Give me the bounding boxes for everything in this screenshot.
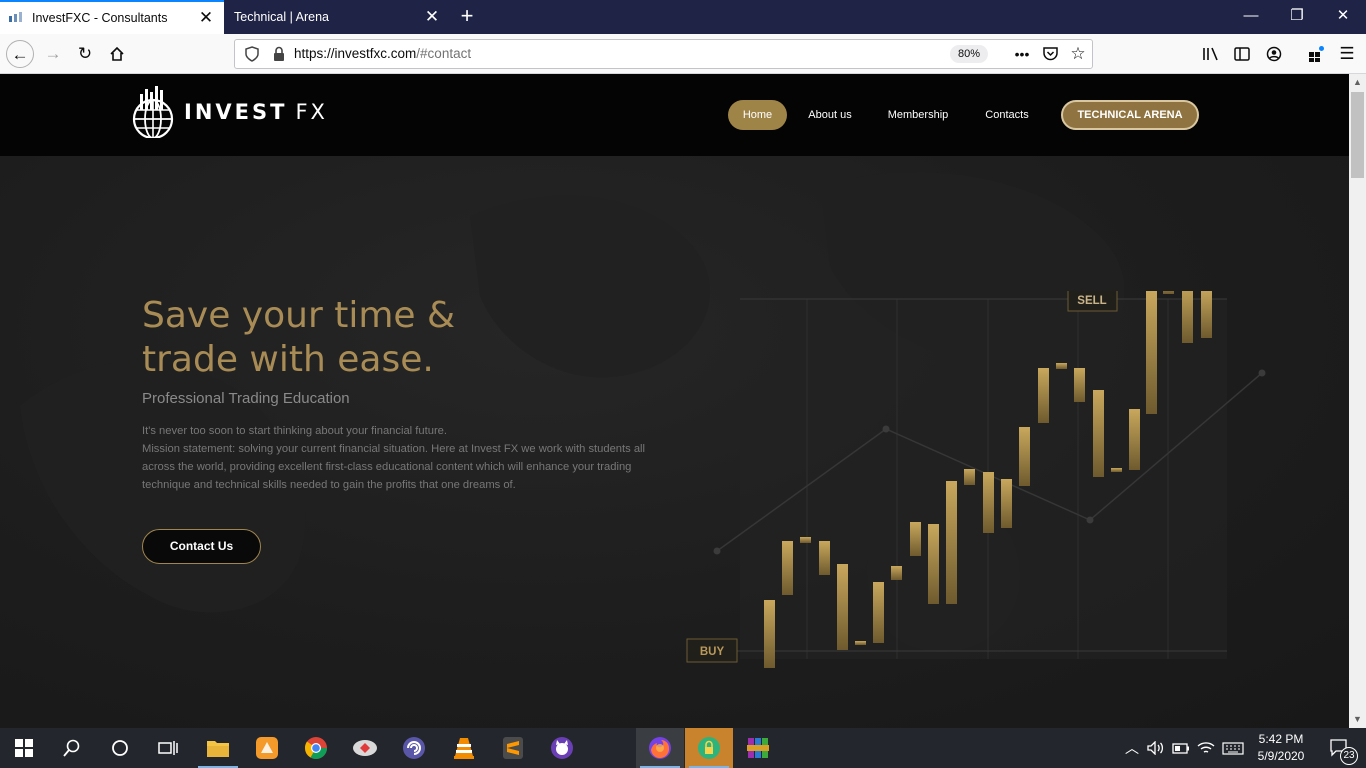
candlestick-chart-illustration: BUY SELL <box>686 291 1266 668</box>
page-scrollbar[interactable]: ▲ ▼ <box>1349 74 1366 728</box>
close-tab-icon[interactable]: ✕ <box>420 7 444 27</box>
tab-title: Technical | Arena <box>234 10 329 24</box>
purple-cat-app-icon[interactable] <box>538 728 586 768</box>
chrome-icon[interactable] <box>292 728 340 768</box>
green-lock-app-icon[interactable] <box>685 728 733 768</box>
account-icon[interactable] <box>1260 40 1288 68</box>
extensions-icon[interactable] <box>1302 40 1330 68</box>
tab-title: InvestFXC - Consultants <box>32 11 168 25</box>
nav-membership[interactable]: Membership <box>878 100 958 130</box>
volume-speaker-icon[interactable] <box>1145 728 1167 768</box>
show-hidden-icons-chevron-up-icon[interactable]: ︿ <box>1122 728 1142 768</box>
cortana-circle-icon[interactable] <box>96 728 144 768</box>
globe-chart-logo-icon <box>132 86 174 138</box>
keyboard-touch-icon[interactable] <box>1220 728 1246 768</box>
site-header: INVEST FX Home About us Membership Contac… <box>0 74 1349 156</box>
vlc-icon[interactable] <box>440 728 488 768</box>
logo-wordmark: INVEST FX <box>184 100 328 124</box>
sell-marker: SELL <box>1067 291 1118 312</box>
contact-us-button[interactable]: Contact Us <box>142 529 261 564</box>
back-arrow-icon[interactable]: ← <box>6 40 34 68</box>
forward-arrow-icon[interactable]: → <box>39 40 67 68</box>
hero-section: Save your time & trade with ease. Profes… <box>0 156 1349 728</box>
action-center-notification-icon[interactable]: 23 <box>1318 728 1362 768</box>
browser-tab-strip: InvestFXC - Consultants ✕ Technical | Ar… <box>0 0 1366 34</box>
new-tab-plus-icon[interactable]: + <box>455 4 479 28</box>
nav-home[interactable]: Home <box>728 100 787 130</box>
clock-time: 5:42 PM <box>1258 732 1304 746</box>
browser-navigation-bar: ← → ↻ https://investfxc.com/#contact 80%… <box>0 34 1366 74</box>
website-viewport: INVEST FX Home About us Membership Contac… <box>0 74 1349 728</box>
bookmark-star-icon[interactable]: ☆ <box>1067 44 1089 64</box>
restore-window-icon[interactable]: ❐ <box>1274 0 1320 34</box>
windows-taskbar: ︿ 5:42 PM 5/9/2020 23 <box>0 728 1366 768</box>
wifi-icon[interactable] <box>1195 728 1217 768</box>
task-view-icon[interactable] <box>144 728 192 768</box>
sublime-text-icon[interactable] <box>489 728 537 768</box>
battery-icon[interactable] <box>1170 728 1192 768</box>
investfx-logo[interactable]: INVEST FX <box>130 86 328 138</box>
sidebar-toggle-icon[interactable] <box>1228 40 1256 68</box>
minimize-window-icon[interactable]: — <box>1228 0 1274 34</box>
buy-marker: BUY <box>686 638 738 663</box>
system-clock[interactable]: 5:42 PM 5/9/2020 <box>1246 731 1316 765</box>
close-window-icon[interactable]: ✕ <box>1320 0 1366 34</box>
nav-about-us[interactable]: About us <box>798 100 862 130</box>
winrar-icon[interactable] <box>734 728 782 768</box>
notification-count-badge: 23 <box>1340 747 1358 765</box>
site-favicon-icon <box>9 12 22 22</box>
library-icon[interactable] <box>1197 40 1225 68</box>
nav-contacts[interactable]: Contacts <box>975 100 1039 130</box>
url-text[interactable]: https://investfxc.com/#contact <box>294 46 471 61</box>
technical-arena-button[interactable]: TECHNICAL ARENA <box>1061 100 1199 130</box>
scroll-down-arrow-icon[interactable]: ▼ <box>1349 711 1366 728</box>
zoom-level-badge[interactable]: 80% <box>950 45 989 63</box>
file-explorer-icon[interactable] <box>194 728 242 768</box>
firefox-icon[interactable] <box>636 728 684 768</box>
tab-technical-arena[interactable]: Technical | Arena ✕ <box>224 0 450 34</box>
close-tab-icon[interactable]: ✕ <box>194 8 218 28</box>
start-windows-icon[interactable] <box>0 728 48 768</box>
hero-headline: Save your time & trade with ease. <box>142 295 456 380</box>
clock-date: 5/9/2020 <box>1257 749 1305 763</box>
lock-icon[interactable] <box>272 46 286 62</box>
tab-investfxc[interactable]: InvestFXC - Consultants ✕ <box>0 0 224 34</box>
swirl-app-icon[interactable] <box>390 728 438 768</box>
anydesk-icon[interactable] <box>341 728 389 768</box>
hamburger-menu-icon[interactable]: ☰ <box>1333 40 1361 68</box>
pocket-icon[interactable] <box>1039 44 1061 64</box>
home-icon[interactable] <box>103 40 131 68</box>
page-actions-menu-icon[interactable]: ••• <box>1011 44 1033 64</box>
scrollbar-thumb[interactable] <box>1351 92 1364 178</box>
reload-icon[interactable]: ↻ <box>71 40 99 68</box>
hero-subtitle: Professional Trading Education <box>142 390 350 407</box>
address-bar[interactable]: https://investfxc.com/#contact 80% ••• ☆ <box>234 39 1093 69</box>
svg-text:BUY: BUY <box>700 646 725 658</box>
search-icon[interactable] <box>48 728 96 768</box>
svg-text:SELL: SELL <box>1077 295 1106 307</box>
tracking-shield-icon[interactable] <box>245 46 259 62</box>
scroll-up-arrow-icon[interactable]: ▲ <box>1349 74 1366 91</box>
app-orange-icon[interactable] <box>243 728 291 768</box>
hero-description: It's never too soon to start thinking ab… <box>142 425 646 491</box>
